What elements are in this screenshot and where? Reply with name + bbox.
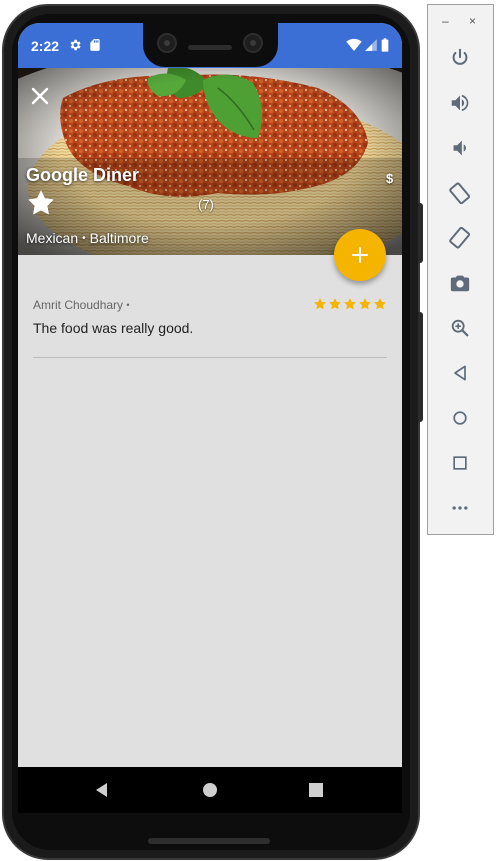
back-icon (96, 783, 107, 797)
review-author-line: Amrit Choudhary • (33, 298, 130, 312)
restaurant-city: Baltimore (89, 230, 149, 246)
rating-count: (7) (198, 197, 214, 212)
rotate-left-icon (449, 182, 471, 205)
bottom-speaker (148, 838, 270, 844)
home-icon (453, 411, 467, 425)
review-separator: • (126, 300, 130, 310)
zoom-button[interactable] (447, 315, 473, 341)
star-icon (329, 298, 341, 310)
camera-icon (450, 275, 470, 292)
front-camera-left (157, 33, 177, 53)
emulator-back-button[interactable] (447, 360, 473, 386)
wifi-icon (346, 38, 362, 51)
restaurant-header: Google Diner $ (7) Mexican • Baltimore (18, 68, 402, 255)
back-icon (454, 365, 466, 381)
cell-signal-icon (365, 39, 377, 51)
power-button[interactable] (447, 45, 473, 71)
nav-recents-button[interactable] (305, 779, 327, 801)
phone-power-button (418, 203, 423, 263)
review-author: Amrit Choudhary (33, 298, 124, 312)
rotate-left-button[interactable] (447, 180, 473, 206)
battery-icon (381, 38, 389, 52)
star-icon (374, 298, 386, 310)
star-icon (28, 190, 54, 215)
minimize-button[interactable]: – (442, 14, 449, 28)
camera-notch (143, 23, 278, 67)
more-icon (452, 506, 468, 510)
rotate-right-button[interactable] (447, 225, 473, 251)
review-text: The food was really good. (33, 320, 194, 336)
power-icon (452, 48, 468, 65)
screenshot-button[interactable] (447, 270, 473, 296)
close-window-button[interactable]: × (469, 14, 476, 28)
earpiece-speaker (188, 45, 232, 50)
nav-home-button[interactable] (199, 779, 221, 801)
phone-volume-rocker (418, 312, 423, 422)
recents-icon (309, 783, 323, 797)
zoom-icon (451, 319, 469, 337)
rotate-right-icon (449, 226, 471, 249)
emulator-home-button[interactable] (447, 405, 473, 431)
overview-icon (453, 456, 467, 470)
plus-icon (352, 247, 368, 263)
star-icon (314, 298, 326, 310)
close-button[interactable] (26, 82, 54, 110)
restaurant-category-line: Mexican • Baltimore (26, 230, 149, 246)
more-options-button[interactable] (447, 495, 473, 521)
restaurant-category: Mexican (26, 230, 79, 246)
status-bar: 2:22 (18, 23, 402, 68)
star-icon (359, 298, 371, 310)
volume-down-icon (453, 140, 466, 156)
restaurant-name: Google Diner (26, 165, 140, 185)
food-photo (18, 68, 402, 255)
price-level: $ (386, 171, 394, 186)
navigation-bar (18, 767, 402, 813)
volume-up-button[interactable] (447, 90, 473, 116)
add-review-button[interactable] (334, 229, 386, 281)
device-screen: 2:22 Google Diner $ (7) Mexican • Baltim… (18, 23, 402, 813)
emulator-toolbar: – × (427, 4, 494, 535)
front-camera-right (243, 33, 263, 53)
category-separator: • (82, 233, 86, 244)
review-item: Amrit Choudhary • The food was really go… (33, 293, 387, 358)
home-icon (203, 783, 217, 797)
emulator-overview-button[interactable] (447, 450, 473, 476)
settings-icon (70, 39, 81, 51)
sd-card-icon (90, 39, 100, 51)
star-icon (344, 298, 356, 310)
status-time: 2:22 (31, 38, 60, 54)
volume-up-icon (451, 94, 469, 112)
volume-down-button[interactable] (447, 135, 473, 161)
review-stars (313, 297, 387, 311)
nav-back-button[interactable] (91, 779, 113, 801)
close-icon (31, 87, 49, 105)
